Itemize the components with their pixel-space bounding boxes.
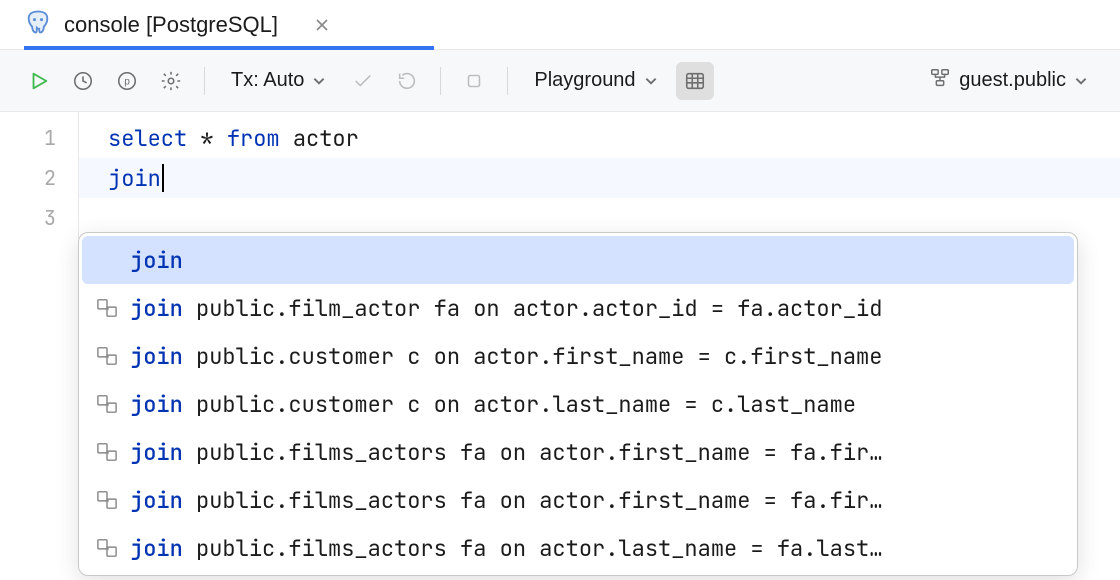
- rollback-button[interactable]: [388, 62, 426, 100]
- run-button[interactable]: [20, 62, 58, 100]
- toolbar: p Tx: Auto Playground guest.public: [0, 50, 1120, 112]
- completion-text: join public.film_actor fa on actor.actor…: [130, 294, 882, 323]
- completion-item[interactable]: join public.film_actor fa on actor.actor…: [82, 284, 1074, 332]
- completion-text: join public.films_actors fa on actor.las…: [130, 534, 882, 563]
- tab-bar: console [PostgreSQL]: [0, 0, 1120, 50]
- gutter: 1 2 3: [0, 112, 78, 238]
- completion-item[interactable]: join: [82, 236, 1074, 284]
- svg-text:p: p: [124, 76, 130, 87]
- active-tab-indicator: [24, 46, 434, 50]
- relation-icon: [96, 393, 118, 415]
- chevron-down-icon: [312, 74, 326, 88]
- completion-item[interactable]: join public.customer c on actor.last_nam…: [82, 380, 1074, 428]
- history-icon[interactable]: [64, 62, 102, 100]
- completion-popup: join join public.film_actor fa on actor.a…: [78, 232, 1078, 576]
- playground-label: Playground: [534, 69, 635, 92]
- sql-editor[interactable]: 1 2 3 select * from actor join: [0, 112, 1120, 238]
- tx-mode-label: Tx: Auto: [231, 69, 304, 92]
- tx-mode-dropdown[interactable]: Tx: Auto: [219, 62, 338, 100]
- code-line: select * from actor: [108, 118, 1120, 158]
- completion-text: join public.films_actors fa on actor.fir…: [130, 438, 882, 467]
- completion-text: join public.films_actors fa on actor.fir…: [130, 486, 882, 515]
- code-area[interactable]: select * from actor join: [78, 112, 1120, 238]
- chevron-down-icon: [1074, 74, 1088, 88]
- line-number: 2: [0, 158, 78, 198]
- code-line-current: join: [78, 158, 1120, 198]
- schema-icon: [929, 67, 951, 95]
- relation-icon: [96, 249, 118, 271]
- relation-icon: [96, 441, 118, 463]
- table-view-button[interactable]: [676, 62, 714, 100]
- settings-icon[interactable]: [152, 62, 190, 100]
- playground-dropdown[interactable]: Playground: [522, 62, 669, 100]
- close-tab-button[interactable]: [306, 17, 338, 33]
- postgres-icon: [24, 8, 52, 41]
- chevron-down-icon: [644, 74, 658, 88]
- completion-item[interactable]: join public.films_actors fa on actor.fir…: [82, 476, 1074, 524]
- relation-icon: [96, 297, 118, 319]
- relation-icon: [96, 537, 118, 559]
- stop-button[interactable]: [455, 62, 493, 100]
- schema-dropdown[interactable]: guest.public: [917, 62, 1100, 100]
- completion-item[interactable]: join public.films_actors fa on actor.fir…: [82, 428, 1074, 476]
- separator: [204, 67, 205, 95]
- completion-item[interactable]: join public.customer c on actor.first_na…: [82, 332, 1074, 380]
- line-number: 3: [0, 198, 78, 238]
- explain-plan-icon[interactable]: p: [108, 62, 146, 100]
- line-number: 1: [0, 118, 78, 158]
- relation-icon: [96, 489, 118, 511]
- separator: [440, 67, 441, 95]
- relation-icon: [96, 345, 118, 367]
- schema-label: guest.public: [959, 69, 1066, 92]
- separator: [507, 67, 508, 95]
- gutter-divider: [78, 112, 79, 238]
- completion-text: join: [130, 246, 183, 275]
- console-tab[interactable]: console [PostgreSQL]: [24, 0, 338, 49]
- completion-item[interactable]: join public.films_actors fa on actor.las…: [82, 524, 1074, 572]
- completion-text: join public.customer c on actor.last_nam…: [130, 390, 856, 419]
- tab-title: console [PostgreSQL]: [64, 12, 278, 38]
- commit-button[interactable]: [344, 62, 382, 100]
- completion-text: join public.customer c on actor.first_na…: [130, 342, 882, 371]
- caret: [162, 164, 164, 192]
